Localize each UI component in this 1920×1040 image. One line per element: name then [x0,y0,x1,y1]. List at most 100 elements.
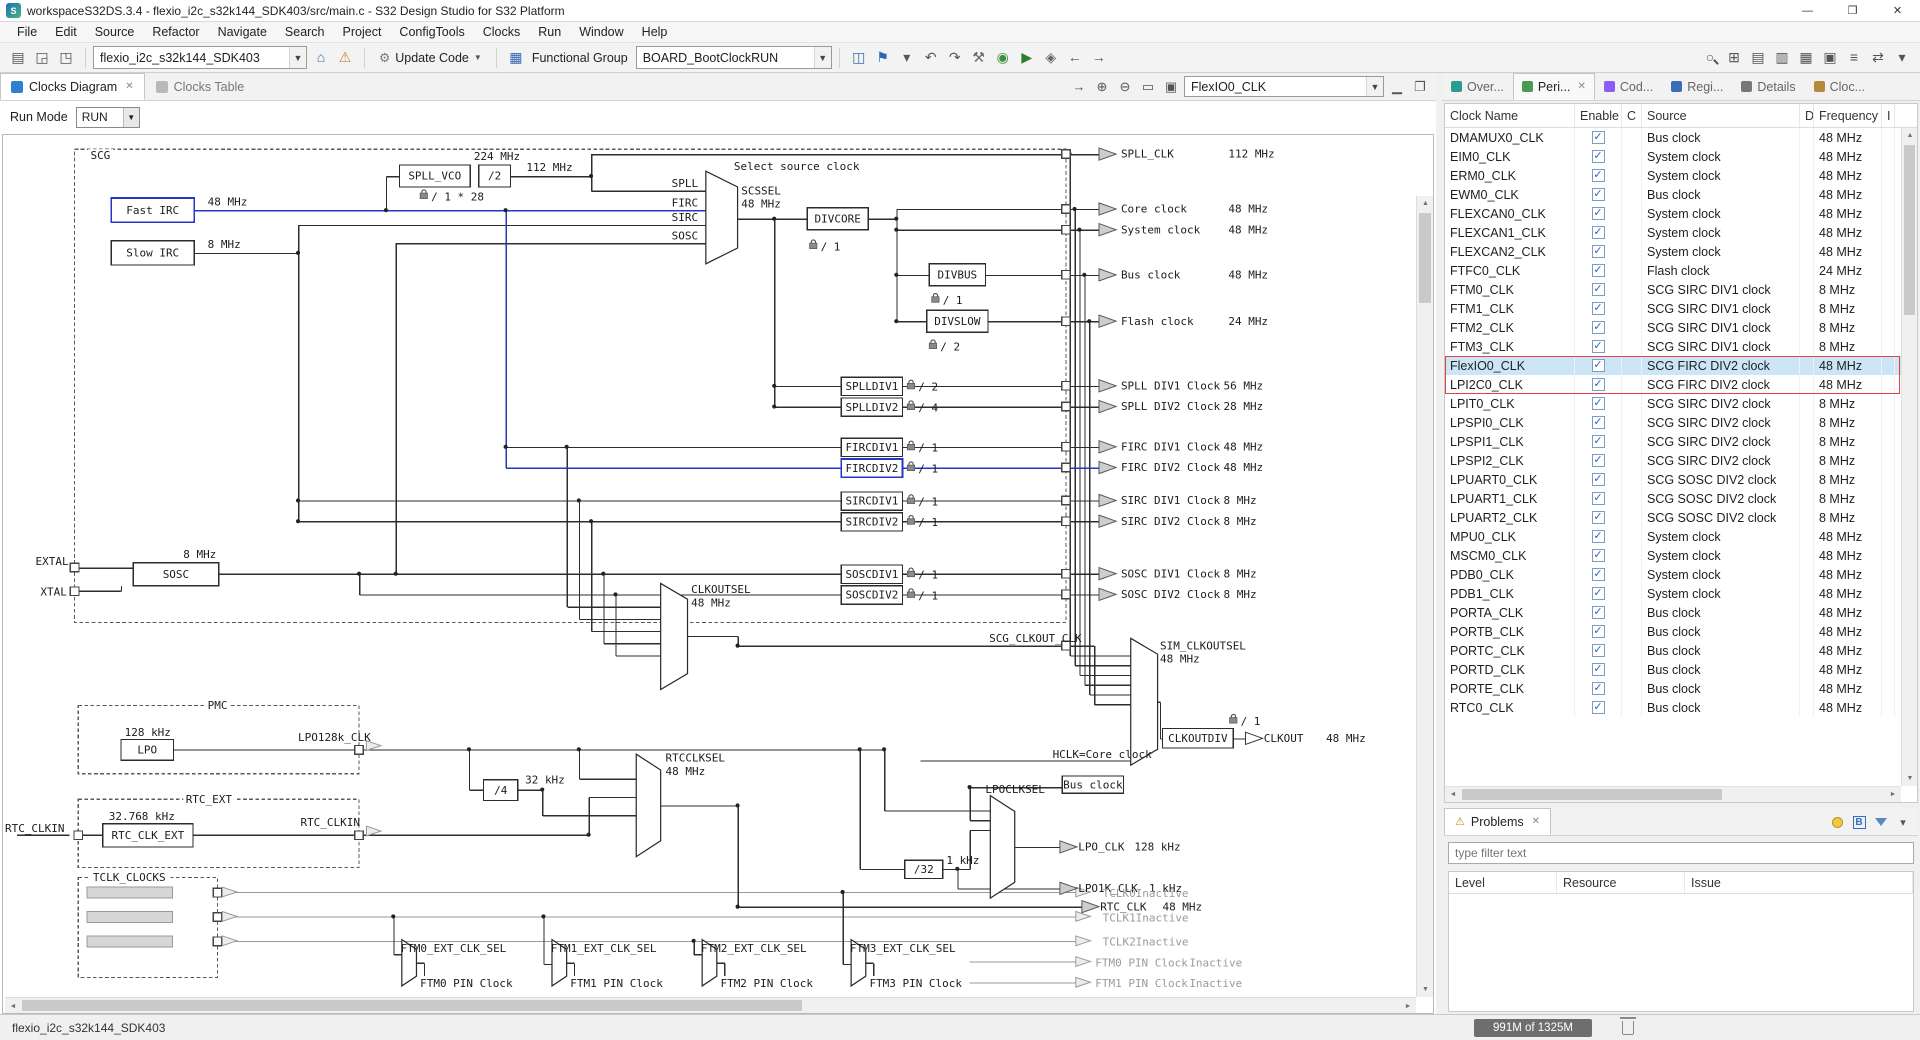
table-horizontal-scrollbar[interactable]: ◄ ► [1445,786,1901,802]
scroll-left-icon[interactable]: ◄ [1445,787,1461,802]
menu-help[interactable]: Help [633,23,677,41]
column-header-resource[interactable]: Resource [1557,872,1685,893]
table-row-eim0-clk[interactable]: EIM0_CLK ✓ System clock 48 MHz [1445,147,1901,166]
table-row-flexcan2-clk[interactable]: FLEXCAN2_CLK ✓ System clock 48 MHz [1445,242,1901,261]
enable-checkbox[interactable]: ✓ [1591,131,1605,144]
divider-value[interactable]: / 4 [918,401,938,414]
enable-checkbox[interactable]: ✓ [1591,207,1605,220]
monitor-icon[interactable]: ▣ [1161,77,1181,97]
enable-checkbox[interactable]: ✓ [1591,397,1605,410]
core-clock-output[interactable]: Core clock [1121,203,1187,216]
divider-value[interactable]: / 2 [940,340,960,353]
column-header-frequency[interactable]: Frequency [1814,104,1882,127]
clock-source[interactable]: System clock [1642,147,1800,166]
enable-checkbox[interactable]: ✓ [1591,625,1605,638]
clock-source[interactable]: Bus clock [1642,603,1800,622]
run-mode-select[interactable]: RUN ▼ [75,106,140,128]
menu-edit[interactable]: Edit [46,23,86,41]
run-icon[interactable]: ▶ [1015,46,1039,70]
table-row-ewm0-clk[interactable]: EWM0_CLK ✓ Bus clock 48 MHz [1445,185,1901,204]
scroll-up-icon[interactable]: ▲ [1902,128,1918,143]
filter-icon[interactable] [1872,813,1890,831]
clock-source[interactable]: SCG SIRC DIV1 clock [1642,299,1800,318]
menu-navigate[interactable]: Navigate [209,23,276,41]
table-vertical-scrollbar[interactable]: ▲ ▼ [1901,128,1917,786]
spll-div2-clock-output[interactable]: SPLL DIV2 Clock [1121,400,1221,413]
column-header-enable[interactable]: Enable [1575,104,1622,127]
lpoclksel-mux[interactable] [989,794,1016,900]
divider-value[interactable]: / 1 [918,442,938,455]
clock-source[interactable]: SCG SIRC DIV2 clock [1642,413,1800,432]
tab-cloc[interactable]: Cloc... [1805,73,1874,100]
enable-checkbox[interactable]: ✓ [1591,378,1605,391]
close-icon[interactable]: ✕ [1577,81,1585,92]
column-header-level[interactable]: Level [1449,872,1557,893]
rtcclksel-mux[interactable] [635,753,662,858]
enable-checkbox[interactable]: ✓ [1591,454,1605,467]
scroll-down-icon[interactable]: ▼ [1902,771,1918,786]
divider-value[interactable]: / 2 [918,381,938,394]
zoom-in-icon[interactable]: ⊕ [1092,77,1112,97]
close-button[interactable]: ✕ [1875,0,1920,22]
maximize-button[interactable]: ❐ [1830,0,1875,22]
bus-clock-output[interactable]: Bus clock [1121,268,1181,281]
perspective-cpp-icon[interactable]: ▣ [1818,46,1842,70]
enable-checkbox[interactable]: ✓ [1591,283,1605,296]
sosc-div2-clock-output[interactable]: SOSC DIV2 Clock [1121,588,1221,601]
column-header-d[interactable]: D [1800,104,1814,127]
zoom-fit-icon[interactable]: ▭ [1138,77,1158,97]
table-row-dmamux0-clk[interactable]: DMAMUX0_CLK ✓ Bus clock 48 MHz [1445,128,1901,147]
home-icon[interactable]: ⌂ [309,45,333,69]
goto-clock-icon[interactable]: → [1069,77,1089,97]
clock-source[interactable]: SCG FIRC DIV2 clock [1642,356,1800,375]
perspective-table-icon[interactable]: ▤ [1746,46,1770,70]
system-clock-output[interactable]: System clock [1121,223,1201,236]
scroll-right-icon[interactable]: ► [1885,787,1901,802]
diagram-horizontal-scrollbar[interactable]: ◄ ► [5,997,1416,1013]
clock-source[interactable]: SCG SOSC DIV2 clock [1642,470,1800,489]
clock-source[interactable]: System clock [1642,242,1800,261]
tab-cod[interactable]: Cod... [1595,73,1662,100]
table-row-ftm1-clk[interactable]: FTM1_CLK ✓ SCG SIRC DIV1 clock 8 MHz [1445,299,1901,318]
sirc-div1-clock-output[interactable]: SIRC DIV1 Clock [1121,494,1221,507]
clkout-output[interactable]: CLKOUT [1264,732,1304,745]
minimize-view-icon[interactable]: ▁ [1387,77,1407,97]
clock-source[interactable]: System clock [1642,166,1800,185]
enable-checkbox[interactable]: ✓ [1591,701,1605,714]
save-icon[interactable]: ◲ [30,46,54,70]
clock-source[interactable]: SCG SOSC DIV2 clock [1642,508,1800,527]
column-header-i[interactable]: I [1882,104,1895,127]
close-icon[interactable]: ✕ [1532,816,1540,827]
table-row-lpit0-clk[interactable]: LPIT0_CLK ✓ SCG SIRC DIV2 clock 8 MHz [1445,394,1901,413]
table-row-lpspi2-clk[interactable]: LPSPI2_CLK ✓ SCG SIRC DIV2 clock 8 MHz [1445,451,1901,470]
enable-checkbox[interactable]: ✓ [1591,473,1605,486]
enable-checkbox[interactable]: ✓ [1591,606,1605,619]
enable-checkbox[interactable]: ✓ [1591,359,1605,372]
table-row-lpi2c0-clk[interactable]: LPI2C0_CLK ✓ SCG FIRC DIV2 clock 48 MHz [1445,375,1901,394]
table-row-lpspi1-clk[interactable]: LPSPI1_CLK ✓ SCG SIRC DIV2 clock 8 MHz [1445,432,1901,451]
menu-refactor[interactable]: Refactor [143,23,208,41]
diagram-vertical-scrollbar[interactable]: ▲ ▼ [1416,196,1433,997]
chevron-down-icon[interactable]: ▼ [122,107,139,127]
clock-source[interactable]: SCG SIRC DIV2 clock [1642,394,1800,413]
lpo-clk-output[interactable]: LPO_CLK [1078,841,1125,854]
table-row-ftm2-clk[interactable]: FTM2_CLK ✓ SCG SIRC DIV1 clock 8 MHz [1445,318,1901,337]
redo-icon[interactable]: ↷ [943,46,967,70]
close-icon[interactable]: ✕ [125,81,133,92]
table-row-lpuart2-clk[interactable]: LPUART2_CLK ✓ SCG SOSC DIV2 clock 8 MHz [1445,508,1901,527]
clock-source[interactable]: Flash clock [1642,261,1800,280]
menu-file[interactable]: File [8,23,46,41]
enable-checkbox[interactable]: ✓ [1591,245,1605,258]
divider-value[interactable]: / 1 * 28 [431,190,484,203]
firc-div1-clock-output[interactable]: FIRC DIV1 Clock [1121,440,1221,453]
tab-peri[interactable]: Peri... ✕ [1512,73,1595,100]
clock-source[interactable]: System clock [1642,204,1800,223]
table-row-rtc0-clk[interactable]: RTC0_CLK ✓ Bus clock 48 MHz [1445,698,1901,717]
menu-search[interactable]: Search [276,23,334,41]
tab-details[interactable]: Details [1732,73,1804,100]
flag-menu-icon[interactable]: ▾ [895,46,919,70]
back-icon[interactable]: ← [1063,45,1087,69]
project-combo[interactable]: flexio_i2c_s32k144_SDK403 ▼ [93,46,307,69]
maximize-view-icon[interactable]: ❐ [1410,77,1430,97]
enable-checkbox[interactable]: ✓ [1591,188,1605,201]
